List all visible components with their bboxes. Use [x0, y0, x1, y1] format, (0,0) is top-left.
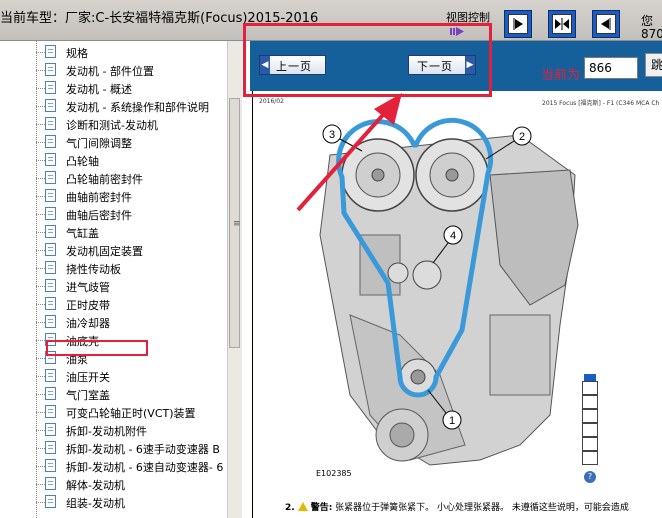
tree-item-label: 正时皮带	[66, 299, 110, 312]
document-icon	[45, 45, 56, 58]
tree-item-label: 曲轴后密封件	[66, 209, 132, 222]
tree-item-label: 油冷却器	[66, 317, 110, 330]
fit-arrows-icon	[555, 18, 569, 30]
document-icon	[45, 117, 56, 130]
arrow-left-icon	[601, 18, 611, 30]
warning-text: 张紧器位于弹簧张紧下。 小心处理张紧器。 未遵循这些说明，可能会造成	[335, 503, 629, 513]
document-icon	[45, 135, 56, 148]
document-icon	[45, 369, 56, 382]
scrollbar-thumb[interactable]: ≡	[229, 98, 241, 348]
tree-item-label: 曲轴前密封件	[66, 191, 132, 204]
chapter-tree: 规格发动机 - 部件位置 发动机 - 概述发动机 - 系统操作和部件说明 诊断和测试…	[0, 41, 229, 518]
tree-item-label: 发动机 - 系统操作和部件说明	[66, 101, 209, 114]
document-icon	[45, 387, 56, 400]
tree-item-label: 规格	[66, 47, 88, 60]
callout-4: 4	[443, 225, 463, 245]
svg-text:4: 4	[450, 230, 456, 242]
current-page-label: 当前为	[541, 68, 581, 83]
document-icon	[45, 63, 56, 76]
highlight-box	[46, 340, 148, 356]
tree-item-label: 拆卸-发动机附件	[66, 425, 147, 438]
svg-text:1: 1	[449, 415, 455, 427]
document-icon	[45, 441, 56, 454]
tree-item-label: 凸轮轴	[66, 155, 99, 168]
legend-car-icon	[584, 374, 596, 381]
tree-item-label: 凸轮轴前密封件	[66, 173, 143, 186]
document-icon	[45, 153, 56, 166]
tree-item-label: 油压开关	[66, 371, 110, 384]
document-icon	[45, 459, 56, 472]
figure-code: E102385	[316, 469, 352, 478]
tensioner-pulley	[412, 260, 442, 290]
document-icon	[45, 99, 56, 112]
legend-cell	[582, 395, 598, 409]
warning-number: 2.	[285, 503, 295, 513]
tree-item-label: 诊断和测试-发动机	[66, 119, 158, 132]
tree-item-label: 拆卸-发动机 - 6速自动变速器- 6	[66, 461, 224, 474]
user-number: 8707	[641, 27, 662, 41]
warning-row: 2. 警告: 张紧器位于弹簧张紧下。 小心处理张紧器。 未遵循这些说明，可能会造成	[285, 500, 629, 513]
document-date: 2016/02	[259, 98, 284, 105]
document-icon	[45, 189, 56, 202]
legend-cell	[582, 381, 598, 395]
tree-item-label: 发动机 - 部件位置	[66, 65, 154, 78]
svg-text:2: 2	[519, 131, 525, 143]
warning-triangle-icon	[297, 502, 308, 511]
arrow-right-icon	[513, 18, 523, 30]
tree-item-label: 挠性传动板	[66, 263, 121, 276]
tree-item-label: 发动机 - 概述	[66, 83, 132, 96]
tree-item-label: 气缸盖	[66, 227, 99, 240]
document-icon	[45, 423, 56, 436]
callout-2: 2	[512, 126, 532, 146]
page-border	[252, 91, 253, 518]
tree-item-label: 气门室盖	[66, 389, 110, 402]
help-icon[interactable]: ?	[584, 471, 596, 483]
legend-cell	[582, 451, 598, 465]
tree-item-label: 发动机固定装置	[66, 245, 143, 258]
tree-item-label: 拆卸-发动机 - 6速手动变速器 B	[66, 443, 220, 456]
document-icon	[45, 477, 56, 490]
document-icon	[45, 207, 56, 220]
document-icon	[45, 81, 56, 94]
document-icon	[45, 243, 56, 256]
view-next-button[interactable]	[504, 10, 532, 38]
legend-cell	[582, 409, 598, 423]
warning-label: 警告:	[310, 503, 333, 513]
document-icon	[45, 279, 56, 292]
legend-cell	[582, 437, 598, 451]
tree-item-label: 进气歧管	[66, 281, 110, 294]
jump-button[interactable]: 跳	[645, 53, 662, 77]
callout-1: 1	[442, 410, 462, 430]
document-icon	[45, 261, 56, 274]
document-icon	[45, 171, 56, 184]
tree-item-label: 可变凸轮轴正时(VCT)装置	[66, 407, 196, 420]
document-icon	[45, 315, 56, 328]
view-prev-button[interactable]	[592, 10, 620, 38]
tree-item-label: 气门间隙调整	[66, 137, 132, 150]
tree-scrollbar[interactable]: ≡	[227, 41, 242, 518]
tree-item-label: 组装-发动机	[66, 497, 125, 510]
tree-item-label: 解体-发动机	[66, 479, 125, 492]
document-header: 2015 Focus [福克斯] - F1 (C346 MCA Ch	[542, 100, 660, 107]
view-fit-button[interactable]	[548, 10, 576, 38]
legend-cell	[582, 423, 598, 437]
page-number-input[interactable]	[584, 57, 638, 79]
document-icon	[45, 405, 56, 418]
document-icon	[45, 225, 56, 238]
document-icon	[45, 495, 56, 508]
tree-guide-line	[36, 41, 37, 518]
annotation-arrow	[296, 93, 402, 212]
document-icon	[45, 297, 56, 310]
